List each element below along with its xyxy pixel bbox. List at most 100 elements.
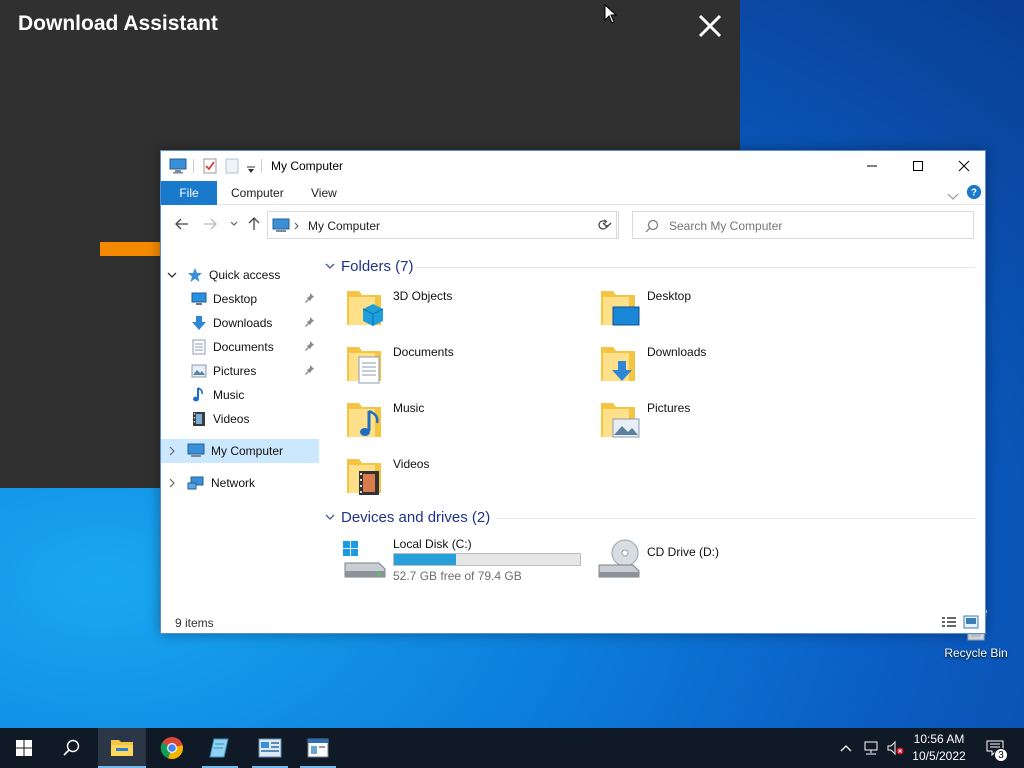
maximize-button[interactable]: [895, 151, 941, 181]
close-button[interactable]: [941, 151, 987, 181]
taskbar-control-panel[interactable]: [246, 728, 294, 768]
pin-icon[interactable]: [303, 292, 315, 304]
taskbar-window-app[interactable]: [294, 728, 342, 768]
folder-tile-label: Pictures: [647, 401, 691, 415]
tab-computer[interactable]: Computer: [221, 181, 294, 205]
up-button[interactable]: [245, 215, 263, 233]
nav-item-label: Network: [211, 476, 256, 490]
nav-item-network[interactable]: Network: [161, 471, 319, 495]
folder-tile-desktop[interactable]: Desktop: [595, 281, 835, 335]
folder-tile-videos[interactable]: Videos: [341, 449, 581, 503]
address-input[interactable]: My Computer: [267, 211, 619, 239]
network-status-button[interactable]: [860, 728, 882, 768]
chevron-right-icon[interactable]: [167, 478, 177, 488]
computer-icon: [169, 158, 187, 174]
pin-icon[interactable]: [303, 364, 315, 376]
taskbar-search-button[interactable]: [48, 728, 96, 768]
search-icon: [63, 739, 80, 756]
nav-item-documents[interactable]: Documents: [161, 335, 319, 359]
expand-ribbon-icon[interactable]: [947, 189, 959, 205]
back-arrow-icon: [175, 218, 188, 230]
recent-locations-button[interactable]: [225, 215, 243, 233]
details-view-icon[interactable]: [941, 615, 957, 629]
nav-item-label: Pictures: [213, 364, 257, 378]
documents-icon: [191, 339, 207, 355]
folder-tile-3d-objects[interactable]: 3D Objects: [341, 281, 581, 335]
folder-tile-music[interactable]: Music: [341, 393, 581, 447]
address-path[interactable]: My Computer: [308, 219, 380, 233]
minimize-button[interactable]: [849, 151, 895, 181]
clock-time: 10:56 AM: [913, 732, 965, 746]
nav-item-desktop[interactable]: Desktop: [161, 287, 319, 311]
back-button[interactable]: [173, 215, 191, 233]
clock-date: 10/5/2022: [912, 749, 966, 763]
titlebar-separator: [193, 159, 194, 173]
search-input[interactable]: [669, 217, 959, 235]
drive-label: Local Disk (C:): [393, 537, 472, 551]
new-folder-icon[interactable]: [225, 158, 239, 174]
properties-icon[interactable]: [203, 158, 217, 174]
titlebar-separator: [261, 159, 262, 173]
nav-item-label: Downloads: [213, 316, 273, 330]
start-button[interactable]: [0, 728, 48, 768]
chevron-right-icon[interactable]: [167, 446, 177, 456]
drive-label: CD Drive (D:): [647, 545, 719, 559]
drive-tile-local-disk-c[interactable]: Local Disk (C:) 52.7 GB free of 79.4 GB: [341, 535, 591, 585]
taskbar-file-explorer[interactable]: [98, 728, 146, 768]
download-assistant-close-button[interactable]: [696, 12, 724, 40]
forward-button[interactable]: [201, 215, 219, 233]
pictures-folder-icon: [601, 403, 640, 438]
address-bar-row: My Computer: [161, 207, 985, 243]
videos-icon: [191, 411, 207, 427]
folder-tile-documents[interactable]: Documents: [341, 337, 581, 391]
tab-view[interactable]: View: [301, 181, 347, 205]
star-icon: [187, 267, 203, 283]
tab-file[interactable]: File: [161, 181, 217, 205]
nav-item-music[interactable]: Music: [161, 383, 319, 407]
action-center-button[interactable]: [980, 728, 1010, 768]
nav-item-label: Music: [213, 388, 245, 402]
downloads-folder-icon: [601, 347, 635, 381]
nav-quick-access[interactable]: Quick access: [161, 263, 319, 287]
nav-item-videos[interactable]: Videos: [161, 407, 319, 431]
folder-tile-label: Downloads: [647, 345, 707, 359]
notepad-icon: [209, 738, 229, 758]
close-icon: [698, 14, 722, 38]
videos-folder-icon: [347, 459, 381, 495]
drive-tile-cd-drive-d[interactable]: CD Drive (D:): [595, 535, 795, 585]
explorer-titlebar[interactable]: My Computer: [161, 151, 985, 181]
volume-button[interactable]: [884, 728, 906, 768]
computer-icon: [272, 218, 290, 232]
chrome-icon: [160, 737, 183, 760]
help-icon[interactable]: ?: [965, 184, 983, 200]
taskbar-notepad[interactable]: [196, 728, 244, 768]
folder-tile-pictures[interactable]: Pictures: [595, 393, 835, 447]
nav-item-pictures[interactable]: Pictures: [161, 359, 319, 383]
folder-tile-label: Music: [393, 401, 425, 415]
search-box[interactable]: [632, 211, 974, 239]
refresh-icon: [597, 219, 608, 230]
pin-icon[interactable]: [303, 316, 315, 328]
nav-item-downloads[interactable]: Downloads: [161, 311, 319, 335]
taskbar-chrome[interactable]: [148, 728, 196, 768]
breadcrumb-chevron-icon[interactable]: [294, 222, 300, 230]
taskbar: 10:56 AM 10/5/2022 3: [0, 728, 1024, 768]
file-explorer-window: My Computer File Computer View ? My Comp…: [160, 150, 986, 634]
drives-group-header[interactable]: Devices and drives (2): [325, 506, 490, 528]
documents-folder-icon: [347, 347, 381, 384]
folder-tile-downloads[interactable]: Downloads: [595, 337, 835, 391]
pin-icon[interactable]: [303, 340, 315, 352]
nav-item-my-computer[interactable]: My Computer: [161, 439, 319, 463]
show-hidden-icons-button[interactable]: [836, 728, 856, 768]
large-icons-view-icon[interactable]: [963, 615, 979, 629]
chevron-down-icon[interactable]: [167, 270, 177, 280]
nav-item-label: My Computer: [211, 444, 284, 458]
folder-tile-label: 3D Objects: [393, 289, 453, 303]
control-panel-icon: [258, 738, 282, 758]
taskbar-clock[interactable]: 10:56 AM 10/5/2022: [904, 731, 974, 765]
customize-quick-access-icon[interactable]: [246, 162, 256, 178]
folders-group-header[interactable]: Folders (7): [325, 255, 414, 277]
svg-text:?: ?: [971, 188, 977, 199]
refresh-button[interactable]: [589, 211, 617, 239]
drive-free-space: 52.7 GB free of 79.4 GB: [393, 569, 522, 583]
